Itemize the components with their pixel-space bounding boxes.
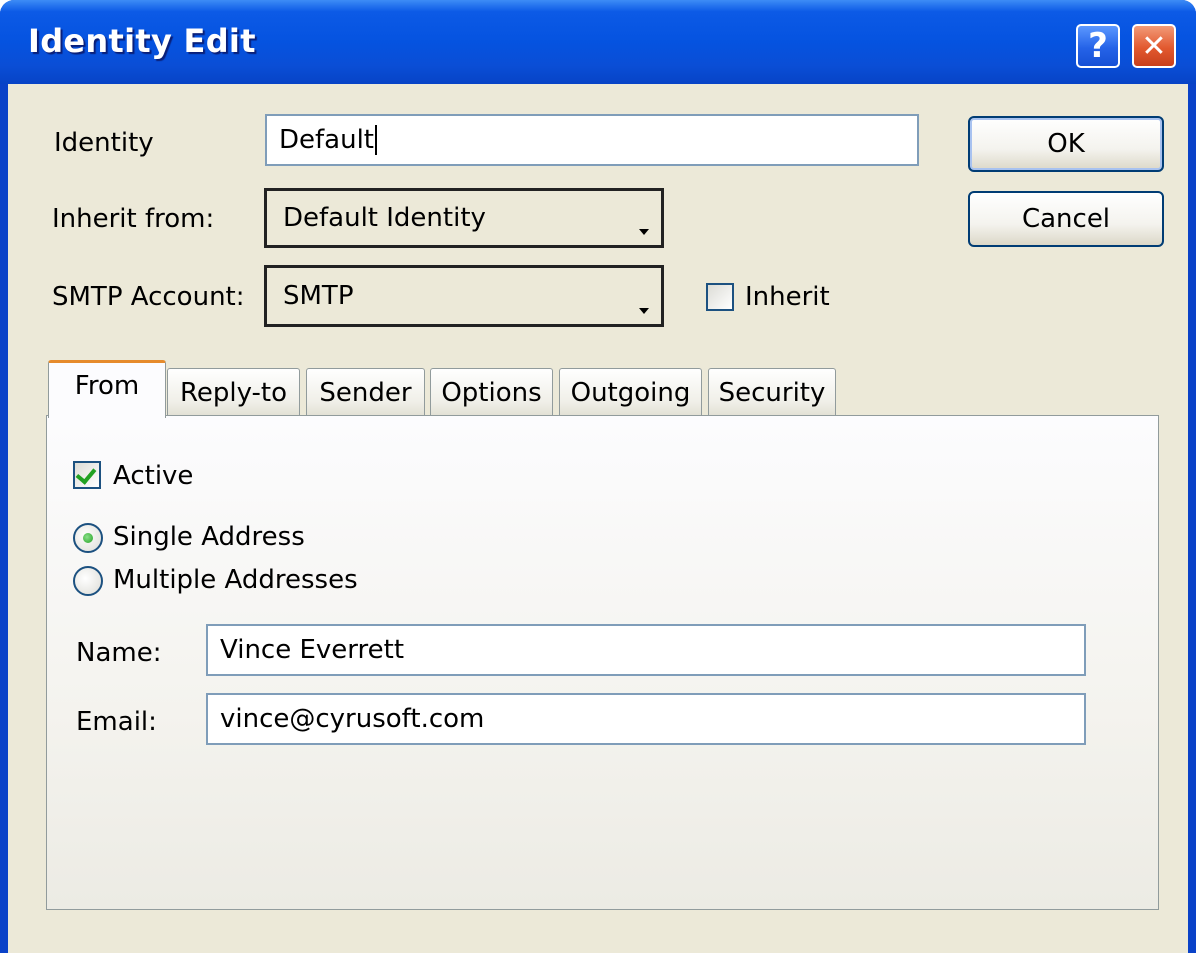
text-caret [375,125,377,155]
name-label: Name: [76,638,162,668]
multiple-addresses-label[interactable]: Multiple Addresses [113,565,358,595]
chevron-down-icon [639,308,649,314]
smtp-account-value: SMTP [283,281,354,311]
identity-input[interactable]: Default [265,114,919,166]
tab-options[interactable]: Options [430,368,553,416]
inherit-from-label: Inherit from: [52,204,215,234]
tab-security[interactable]: Security [708,368,836,416]
ok-button[interactable]: OK [968,116,1164,172]
help-button[interactable]: ? [1076,24,1120,68]
tab-sender[interactable]: Sender [306,368,425,416]
inherit-from-dropdown[interactable]: Default Identity [264,188,664,248]
multiple-addresses-radio[interactable] [73,566,103,596]
active-label[interactable]: Active [113,461,193,491]
title-bar[interactable]: Identity Edit ? ✕ [0,0,1196,84]
smtp-inherit-label[interactable]: Inherit [745,282,830,312]
tab-label: Security [718,377,826,408]
ok-button-label: OK [1047,129,1085,159]
close-icon: ✕ [1141,28,1167,64]
chevron-down-icon [639,229,649,235]
smtp-account-label: SMTP Account: [52,282,245,312]
radio-selected-dot [83,533,93,543]
window-title: Identity Edit [28,22,256,60]
single-address-radio[interactable] [73,523,103,553]
tab-from[interactable]: From [48,360,166,418]
smtp-inherit-checkbox[interactable] [706,283,734,311]
tab-reply-to[interactable]: Reply-to [167,368,300,416]
email-input[interactable]: vince@cyrusoft.com [206,693,1086,745]
tab-label: Options [441,377,542,408]
identity-value: Default [279,125,374,155]
tab-label: Reply-to [179,377,288,408]
cancel-button-label: Cancel [1021,204,1111,234]
tab-label: From [74,371,140,401]
tab-label: Outgoing [570,377,691,408]
help-icon: ? [1088,26,1108,66]
single-address-label[interactable]: Single Address [113,522,305,552]
tab-outgoing[interactable]: Outgoing [559,368,702,416]
checkmark-icon [75,463,97,485]
cancel-button[interactable]: Cancel [968,191,1164,247]
inherit-from-value: Default Identity [283,203,486,233]
name-value: Vince Everrett [220,635,405,665]
tab-label: Sender [319,377,412,408]
email-label: Email: [76,707,157,737]
smtp-account-dropdown[interactable]: SMTP [264,265,664,327]
name-input[interactable]: Vince Everrett [206,624,1086,676]
close-button[interactable]: ✕ [1132,24,1176,68]
active-checkbox[interactable] [73,461,101,489]
email-value: vince@cyrusoft.com [220,704,485,734]
identity-label: Identity [54,128,154,158]
